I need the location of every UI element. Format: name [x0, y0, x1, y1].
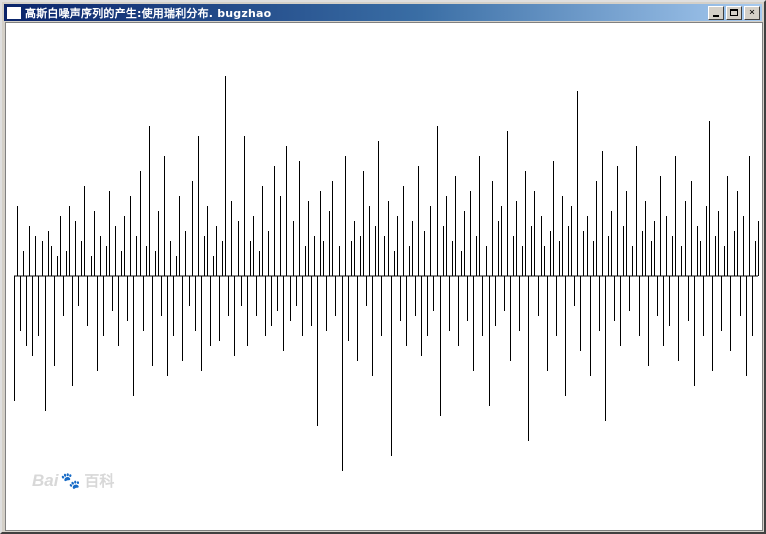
- watermark-text-latin: Bai: [32, 470, 59, 490]
- window-icon[interactable]: [7, 6, 21, 19]
- window-controls: ×: [706, 5, 760, 20]
- plot-area: [5, 22, 763, 531]
- close-icon: ×: [748, 6, 756, 18]
- close-button[interactable]: ×: [744, 5, 760, 20]
- maximize-button[interactable]: [726, 5, 742, 20]
- maximize-icon: [730, 9, 738, 16]
- title-bar[interactable]: 高斯白噪声序列的产生:使用瑞利分布. bugzhao ×: [4, 4, 762, 21]
- baidu-watermark: Bai 🐾 百科: [32, 470, 114, 491]
- window-title: 高斯白噪声序列的产生:使用瑞利分布. bugzhao: [25, 6, 272, 20]
- app-window: 高斯白噪声序列的产生:使用瑞利分布. bugzhao × Bai 🐾 百科: [0, 0, 766, 534]
- minimize-icon: [713, 14, 719, 17]
- minimize-button[interactable]: [708, 5, 724, 20]
- noise-plot: [14, 76, 759, 471]
- paw-icon: 🐾: [60, 472, 81, 490]
- watermark-text-cn: 百科: [84, 473, 115, 490]
